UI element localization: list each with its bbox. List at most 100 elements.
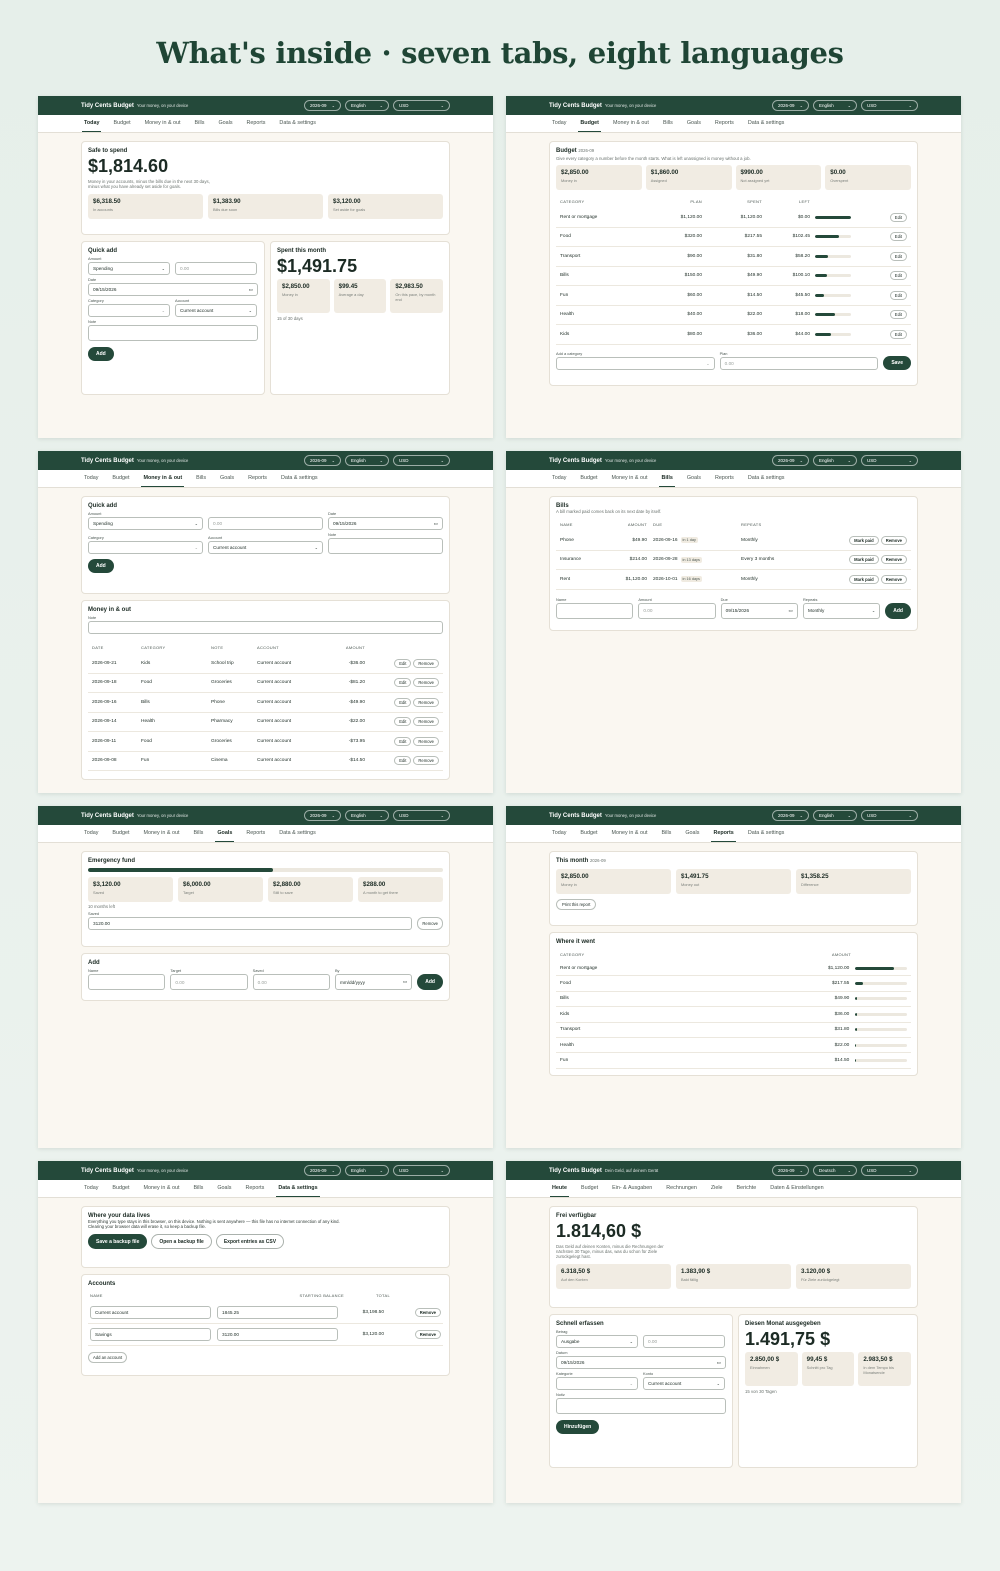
bill-name-input[interactable]: [556, 602, 634, 619]
add-bill-button[interactable]: Add: [885, 602, 911, 619]
currency-select[interactable]: USD ⌄: [393, 1165, 450, 1176]
language-select[interactable]: English ⌄: [345, 100, 389, 111]
edit-button[interactable]: Edit: [889, 212, 907, 222]
month-select[interactable]: 2026-09 ⌄: [304, 455, 341, 466]
remove-button[interactable]: Remove: [413, 736, 439, 746]
mark-paid-button[interactable]: Mark paid: [849, 535, 879, 545]
export-csv-button[interactable]: Export entries as CSV: [215, 1234, 285, 1249]
currency-select[interactable]: USD ⌄: [861, 810, 918, 821]
add-account-button[interactable]: Add an account: [88, 1352, 128, 1363]
month-select[interactable]: 2026-09 ⌄: [772, 100, 809, 111]
tab-budget[interactable]: Budget: [578, 825, 599, 842]
currency-select[interactable]: USD ⌄: [861, 455, 918, 466]
tab-rechnungen[interactable]: Rechnungen: [664, 1180, 699, 1197]
tab-data[interactable]: Data & settings: [277, 115, 318, 132]
amount-input[interactable]: 0.00: [175, 262, 257, 275]
category-select[interactable]: ⌄: [88, 304, 170, 317]
category-select[interactable]: ⌄: [556, 1377, 638, 1390]
edit-button[interactable]: Edit: [889, 251, 907, 261]
account-name-input[interactable]: Savings: [90, 1328, 211, 1341]
tab-bills[interactable]: Bills: [191, 825, 205, 842]
edit-button[interactable]: Edit: [394, 658, 412, 668]
tab-data[interactable]: Data & settings: [279, 470, 320, 487]
category-select[interactable]: ⌄: [88, 541, 203, 554]
month-select[interactable]: 2026-09 ⌄: [304, 1165, 341, 1176]
edit-button[interactable]: Edit: [889, 329, 907, 339]
language-select[interactable]: English ⌄: [345, 1165, 389, 1176]
tab-money[interactable]: Money in & out: [609, 470, 649, 487]
remove-button[interactable]: Remove: [414, 1308, 441, 1317]
add-goal-button[interactable]: Add: [417, 974, 443, 990]
goal-saved-input[interactable]: 0.00: [252, 974, 330, 990]
category-select[interactable]: ⌄: [556, 356, 715, 370]
edit-button[interactable]: Edit: [394, 736, 412, 746]
starting-balance-input[interactable]: 1845.25: [217, 1306, 338, 1319]
edit-button[interactable]: Edit: [889, 290, 907, 300]
tab-goals[interactable]: Goals: [685, 470, 703, 487]
starting-balance-input[interactable]: 3120.00: [217, 1328, 338, 1341]
tab-reports[interactable]: Reports: [244, 825, 267, 842]
tab-budget[interactable]: Budget: [578, 470, 599, 487]
type-select[interactable]: Spending ⌄: [88, 262, 170, 275]
remove-button[interactable]: Remove: [880, 535, 907, 545]
edit-button[interactable]: Edit: [394, 678, 412, 688]
tab-goals[interactable]: Goals: [218, 470, 236, 487]
tab-goals[interactable]: Goals: [215, 825, 235, 842]
tab-bills[interactable]: Bills: [659, 825, 673, 842]
bill-repeats-select[interactable]: Monthly ⌄: [802, 602, 881, 619]
tab-goals[interactable]: Goals: [215, 1180, 233, 1197]
remove-button[interactable]: Remove: [880, 555, 907, 565]
date-input[interactable]: 09/15/2026 ▭: [556, 1356, 726, 1369]
type-select[interactable]: Spending ⌄: [88, 517, 203, 530]
month-select[interactable]: 2026-09 ⌄: [772, 455, 809, 466]
account-name-input[interactable]: Current account: [90, 1306, 211, 1319]
tab-ein-ausgaben[interactable]: Ein- & Ausgaben: [610, 1180, 654, 1197]
tab-reports[interactable]: Reports: [711, 825, 736, 842]
tab-money[interactable]: Money in & out: [141, 1180, 181, 1197]
note-input[interactable]: [556, 1398, 726, 1414]
edit-button[interactable]: Edit: [889, 271, 907, 281]
remove-button[interactable]: Remove: [413, 697, 439, 707]
tab-reports[interactable]: Reports: [713, 470, 736, 487]
tab-today[interactable]: Today: [82, 115, 102, 132]
edit-button[interactable]: Edit: [889, 232, 907, 242]
note-input[interactable]: [88, 325, 258, 341]
edit-button[interactable]: Edit: [394, 717, 412, 727]
remove-button[interactable]: Remove: [413, 756, 439, 766]
tab-reports[interactable]: Reports: [245, 115, 268, 132]
tab-berichte[interactable]: Berichte: [735, 1180, 759, 1197]
tab-data[interactable]: Data & settings: [746, 115, 787, 132]
save-backup-button[interactable]: Save a backup file: [88, 1234, 148, 1249]
account-select[interactable]: Current account ⌄: [643, 1377, 725, 1390]
tab-heute[interactable]: Heute: [550, 1180, 569, 1197]
tab-reports[interactable]: Reports: [243, 1180, 266, 1197]
tab-bills[interactable]: Bills: [661, 115, 675, 132]
tab-money[interactable]: Money in & out: [609, 825, 649, 842]
print-report-button[interactable]: Print this report: [556, 899, 597, 910]
remove-goal-button[interactable]: Remove: [417, 917, 443, 930]
remove-button[interactable]: Remove: [413, 717, 439, 727]
tab-today[interactable]: Today: [550, 115, 568, 132]
tab-budget[interactable]: Budget: [579, 1180, 600, 1197]
amount-input[interactable]: 0.00: [643, 1335, 725, 1348]
tab-data[interactable]: Data & settings: [277, 825, 318, 842]
tab-today[interactable]: Today: [550, 825, 568, 842]
goal-target-input[interactable]: 0.00: [170, 974, 248, 990]
date-input[interactable]: 09/15/2026 ▭: [88, 283, 258, 296]
language-select[interactable]: English ⌄: [345, 810, 389, 821]
tab-reports[interactable]: Reports: [246, 470, 269, 487]
language-select[interactable]: English ⌄: [813, 100, 857, 111]
tab-money[interactable]: Money in & out: [143, 115, 183, 132]
tab-ziele[interactable]: Ziele: [709, 1180, 725, 1197]
tab-goals[interactable]: Goals: [685, 115, 703, 132]
goal-name-input[interactable]: [88, 974, 166, 990]
saved-input[interactable]: 3120.00: [88, 917, 413, 930]
tab-goals[interactable]: Goals: [216, 115, 234, 132]
currency-select[interactable]: USD ⌄: [393, 455, 450, 466]
tab-bills[interactable]: Bills: [194, 470, 208, 487]
remove-button[interactable]: Remove: [414, 1330, 441, 1339]
note-input[interactable]: [328, 538, 443, 554]
edit-button[interactable]: Edit: [394, 697, 412, 707]
amount-input[interactable]: 0.00: [208, 517, 323, 530]
currency-select[interactable]: USD ⌄: [861, 1165, 918, 1176]
